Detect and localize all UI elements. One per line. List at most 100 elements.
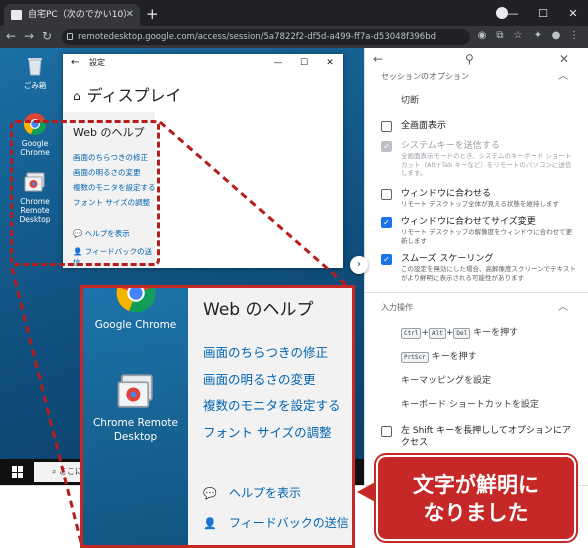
fit-to-window-checkbox[interactable]: [381, 188, 392, 200]
desktop-icon-label: ごみ箱: [23, 81, 47, 90]
maximize-button[interactable]: ☐: [291, 54, 317, 72]
shift-option-checkbox[interactable]: [381, 426, 392, 437]
option-title: ウィンドウに合わせる: [401, 188, 492, 199]
remote-desktop-app-icon: [115, 370, 157, 412]
option-title: システムキーを送信する: [401, 141, 500, 151]
reload-icon[interactable]: ↻: [42, 29, 52, 43]
remote-desktop-favicon-icon: [11, 10, 22, 20]
action-label: キーを押す: [473, 328, 519, 338]
menu-icon[interactable]: ⋮: [568, 30, 580, 42]
callout-line: なりました: [423, 501, 529, 525]
option-description: リモート デスクトップ全体が見える状態を維持します: [401, 199, 559, 208]
help-link: フォント サイズの調整: [203, 424, 332, 440]
action-label: キーを押す: [431, 352, 477, 362]
collapse-panel-button[interactable]: ›: [350, 256, 368, 274]
star-icon[interactable]: ☆: [512, 30, 524, 42]
chevron-up-icon[interactable]: ︿: [558, 301, 568, 315]
pin-icon[interactable]: ⚲: [465, 52, 474, 66]
smooth-scaling-option[interactable]: ✓ スムーズ スケーリング この設定を無効にした場合、高解像度スクリーンでテキス…: [365, 253, 588, 282]
shift-option[interactable]: 左 Shift キーを長押ししてオプションにアクセス: [365, 425, 588, 449]
input-controls-section[interactable]: 入力操作 ︿: [365, 301, 588, 315]
lock-icon: [67, 33, 73, 40]
option-title: ウィンドウに合わせてサイズ変更: [401, 217, 536, 227]
divider: [365, 292, 588, 293]
send-ctrl-alt-del-button[interactable]: Ctrl + Alt + Del キーを押す: [365, 327, 588, 339]
session-options-section[interactable]: セッションのオプション ︿: [365, 70, 588, 84]
option-title: スムーズ スケーリング: [401, 254, 494, 264]
zoomed-desktop: Google Chrome Chrome Remote Desktop: [83, 288, 188, 545]
keyboard-shortcut-button[interactable]: キーボード ショートカットを設定: [365, 399, 588, 411]
annotation-callout: 文字が鮮明に なりました: [376, 455, 576, 541]
display-heading: ディスプレイ: [86, 86, 182, 105]
home-icon: ⌂: [73, 89, 81, 103]
recycle-bin-icon: [23, 54, 47, 78]
browser-toolbar: ← → ↻ remotedesktop.google.com/access/se…: [0, 26, 588, 48]
back-arrow-icon[interactable]: ←: [6, 29, 16, 43]
fit-to-window-option[interactable]: ウィンドウに合わせる リモート デスクトップ全体が見える状態を維持します: [365, 188, 588, 209]
disconnect-button[interactable]: 切断: [365, 94, 588, 108]
send-system-keys-option: ✓ システムキーを送信する 全画面表示モードのとき、システムのキーボード ショー…: [365, 140, 588, 178]
desktop-icon-recycle-bin[interactable]: ごみ箱: [6, 54, 64, 90]
fullscreen-option[interactable]: 全画面表示: [365, 120, 588, 132]
resize-to-window-checkbox[interactable]: ✓: [381, 217, 392, 228]
minimize-button[interactable]: —: [265, 54, 291, 72]
zoomed-remote-desktop-icon: Chrome Remote Desktop: [83, 370, 188, 444]
option-title: 左 Shift キーを長押ししてオプションにアクセス: [401, 426, 571, 448]
tab-title: 自宅PC（次のでかい10）: [28, 10, 133, 20]
back-arrow-icon[interactable]: ←: [373, 52, 383, 66]
zoomed-icon-label: Google Chrome: [94, 319, 177, 331]
key-cap: Alt: [429, 328, 446, 339]
close-tab-icon[interactable]: ✕: [126, 4, 134, 26]
chrome-logo-icon: [115, 288, 157, 314]
page-title: ⌂ ディスプレイ: [73, 86, 343, 106]
help-bubble-icon: 💬: [203, 487, 217, 500]
address-bar[interactable]: remotedesktop.google.com/access/session/…: [62, 29, 470, 45]
option-description: 全画面表示モードのとき、システムのキーボード ショートカット（Alt+Tab キ…: [401, 152, 572, 177]
back-arrow-icon[interactable]: ←: [71, 54, 79, 72]
maximize-button[interactable]: ☐: [528, 7, 558, 20]
close-window-button[interactable]: ✕: [558, 7, 588, 20]
search-icon: ⌕: [52, 467, 60, 476]
help-link: 画面のちらつきの修正: [203, 345, 329, 360]
send-prtscr-button[interactable]: PrtScr キーを押す: [365, 351, 588, 363]
window-controls: — ☐ ✕: [498, 0, 588, 26]
session-options-panel: ← ⚲ ✕ セッションのオプション ︿ 切断 全画面表示 ✓ システムキーを送信…: [364, 48, 588, 485]
zoomed-help-sidebar: Web のヘルプ 画面のちらつきの修正 画面の明るさの変更 複数のモニタを設定す…: [188, 288, 352, 545]
option-title: 全画面表示: [401, 121, 447, 131]
key-cap: Del: [453, 328, 471, 339]
new-tab-button[interactable]: +: [146, 4, 159, 24]
section-title: セッションのオプション: [381, 72, 469, 81]
feedback-person-icon: 👤: [203, 517, 217, 530]
section-title: 入力操作: [381, 303, 413, 312]
url-text: remotedesktop.google.com/access/session/…: [78, 32, 436, 42]
key-mapping-button[interactable]: キーマッピングを設定: [365, 375, 588, 387]
zoomed-feedback-link: 👤 フィードバックの送信: [203, 516, 349, 530]
extensions-icon[interactable]: ✦: [532, 30, 544, 42]
profile-icon[interactable]: ●: [550, 30, 562, 42]
web-help-title: Web のヘルプ: [203, 300, 314, 320]
minimize-button[interactable]: —: [498, 7, 528, 20]
key-cap: PrtScr: [401, 352, 429, 363]
resize-to-window-option[interactable]: ✓ ウィンドウに合わせてサイズ変更 リモート デスクトップの解像度をウィンドウに…: [365, 216, 588, 245]
windows-start-icon[interactable]: [12, 466, 24, 478]
help-link: 画面の明るさの変更: [203, 371, 316, 387]
close-panel-icon[interactable]: ✕: [559, 52, 569, 66]
browser-tab[interactable]: 自宅PC（次のでかい10） ✕: [4, 4, 140, 26]
zoom-source-highlight: [10, 120, 160, 266]
callout-line: 文字が鮮明に: [413, 473, 539, 497]
browser-tab-strip: 自宅PC（次のでかい10） ✕ + — ☐ ✕: [0, 0, 588, 26]
help-link: 複数のモニタを設定する: [203, 398, 341, 413]
settings-titlebar: ← 設定 — ☐ ✕: [63, 54, 343, 72]
chevron-up-icon[interactable]: ︿: [558, 70, 568, 84]
option-description: リモート デスクトップの解像度をウィンドウに合わせて更新します: [401, 228, 573, 245]
key-cap: Ctrl: [401, 328, 422, 339]
option-description: この設定を無効にした場合、高解像度スクリーンでテキストがより鮮明に表示される可能…: [401, 265, 576, 282]
settings-title: 設定: [89, 58, 105, 67]
forward-arrow-icon[interactable]: →: [24, 29, 34, 43]
eye-icon[interactable]: ◉: [476, 30, 488, 42]
zoomed-icon-label: Chrome Remote Desktop: [92, 417, 179, 443]
smooth-scaling-checkbox[interactable]: ✓: [381, 254, 392, 265]
fullscreen-checkbox[interactable]: [381, 121, 392, 132]
share-icon[interactable]: ⧉: [494, 30, 506, 42]
close-button[interactable]: ✕: [317, 54, 343, 72]
